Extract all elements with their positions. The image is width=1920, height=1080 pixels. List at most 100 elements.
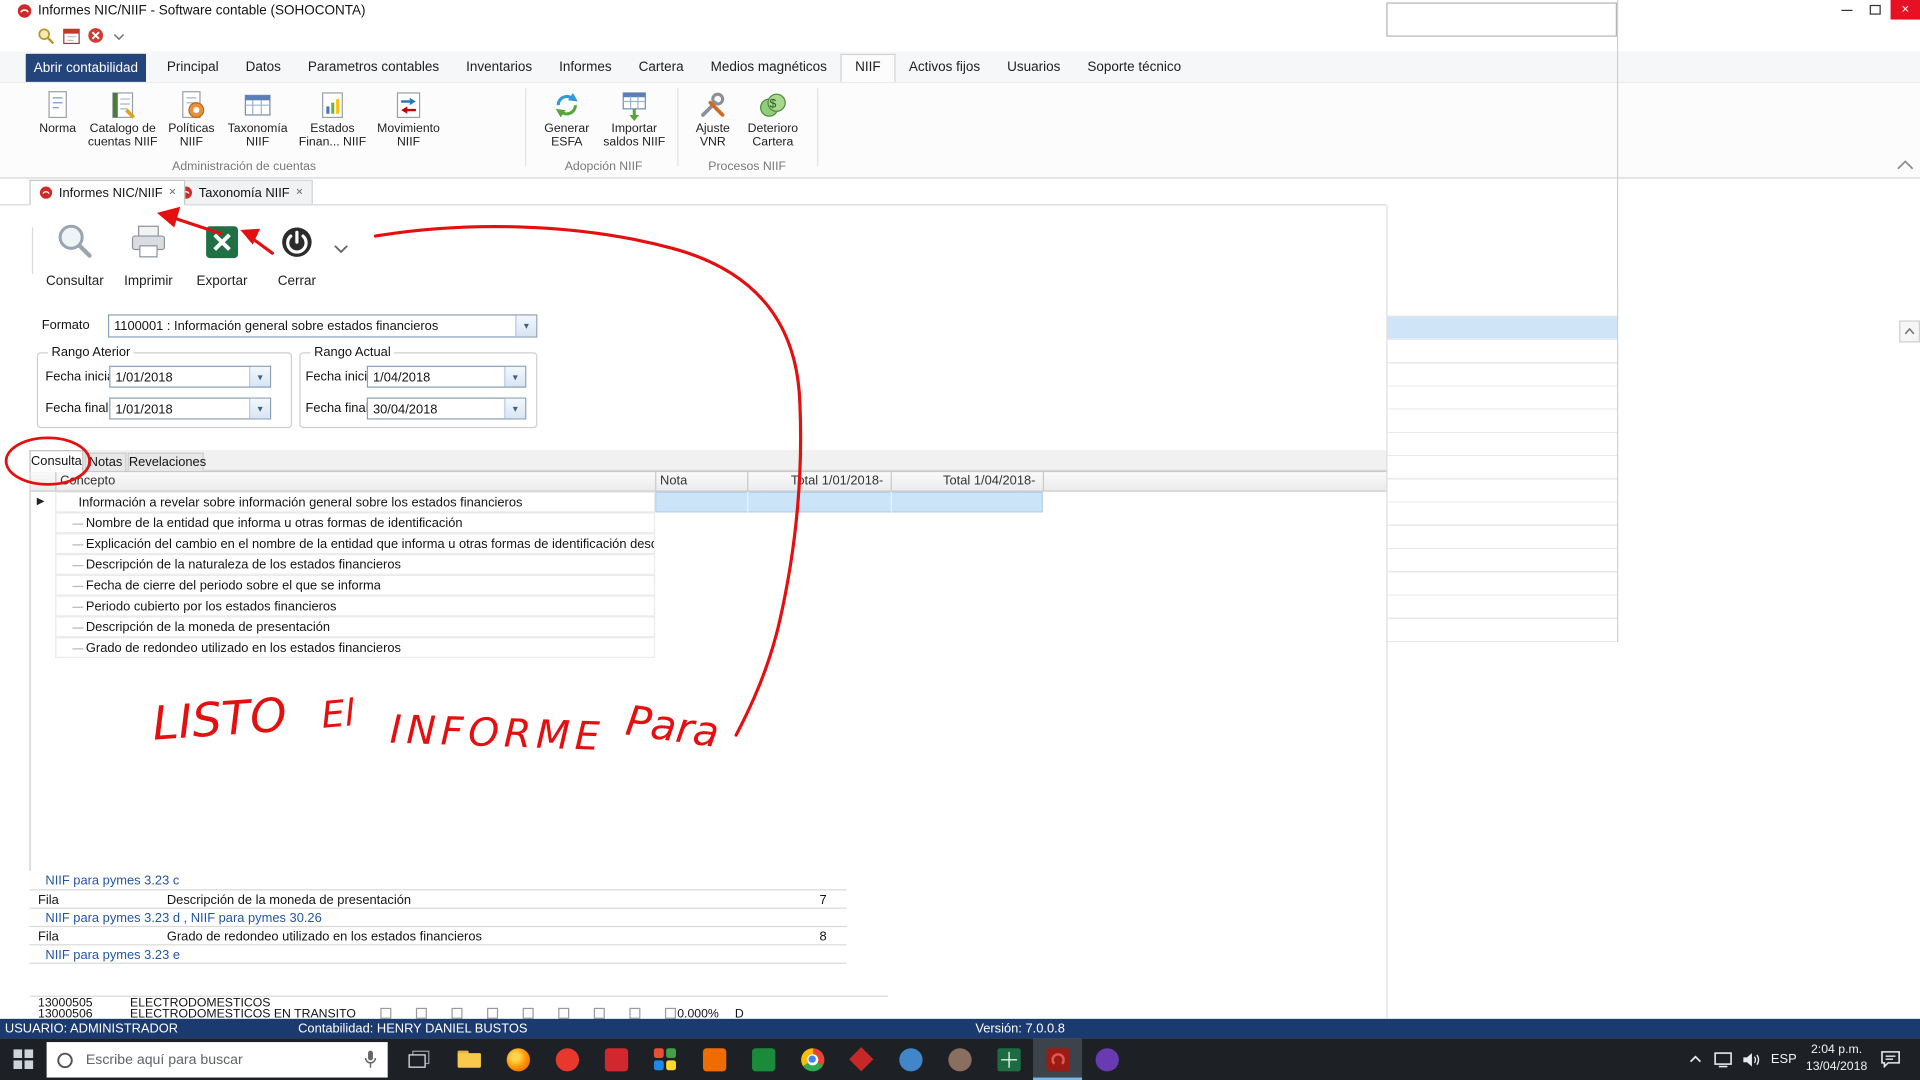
- account-checkbox[interactable]: [664, 1007, 676, 1019]
- file-explorer-button[interactable]: [444, 1038, 493, 1080]
- exportar-button[interactable]: Exportar: [186, 220, 257, 289]
- niif-reference-link[interactable]: NIIF para pymes 3.23 d , NIIF para pymes…: [45, 911, 560, 926]
- close-button[interactable]: ×: [1890, 0, 1920, 20]
- account-checkbox[interactable]: [593, 1007, 605, 1019]
- formato-combobox[interactable]: 1100001 : Información general sobre esta…: [107, 314, 538, 338]
- table-row[interactable]: Periodo cubierto por los estados financi…: [55, 595, 656, 617]
- start-button[interactable]: [0, 1038, 47, 1080]
- dropdown-caret-icon[interactable]: ▾: [504, 398, 526, 419]
- taskbar-search[interactable]: [46, 1042, 388, 1078]
- account-checkbox[interactable]: [522, 1007, 534, 1019]
- search-input[interactable]: [83, 1051, 354, 1069]
- account-checkbox[interactable]: [415, 1007, 427, 1019]
- ribbon-item-politicas[interactable]: Políticas NIIF: [161, 87, 222, 149]
- green-app-button[interactable]: [739, 1038, 788, 1080]
- volume-button[interactable]: [1737, 1038, 1764, 1080]
- table-row[interactable]: Fecha de cierre del periodo sobre el que…: [55, 574, 656, 596]
- account-checkbox[interactable]: [558, 1007, 570, 1019]
- tab-close-icon[interactable]: ×: [296, 186, 303, 199]
- ribbon-tab-principal[interactable]: Principal: [153, 54, 232, 82]
- network-status-button[interactable]: [1710, 1038, 1737, 1080]
- dx-app-button[interactable]: [591, 1038, 640, 1080]
- selected-row-highlight[interactable]: [655, 491, 1043, 513]
- colorful-grid-app-button[interactable]: [640, 1038, 689, 1080]
- task-view-button[interactable]: [395, 1038, 444, 1080]
- brown-circle-app-button[interactable]: [935, 1038, 984, 1080]
- ribbon-tab-cartera[interactable]: Cartera: [625, 54, 697, 82]
- column-header-concepto[interactable]: Concepto: [60, 472, 115, 490]
- table-row[interactable]: Nombre de la entidad que informa u otras…: [55, 512, 656, 534]
- dropdown-caret-icon[interactable]: ▾: [249, 398, 270, 419]
- ribbon-item-ajuste-vnr[interactable]: Ajuste VNR: [685, 87, 741, 149]
- active-app-button[interactable]: [1032, 1038, 1083, 1080]
- ribbon-item-deterioro-cartera[interactable]: $ Deterioro Cartera: [741, 87, 805, 149]
- fecha-inicial-actual-combobox[interactable]: 1/04/2018 ▾: [366, 365, 527, 388]
- doc-tab-taxonomia[interactable]: Taxonomía NIIF ×: [169, 179, 313, 206]
- maximize-button[interactable]: [1861, 0, 1888, 20]
- account-checkbox[interactable]: [380, 1007, 392, 1019]
- ribbon-tab-usuarios[interactable]: Usuarios: [994, 54, 1074, 82]
- ribbon-item-importar-saldos[interactable]: Importar saldos NIIF: [599, 87, 670, 149]
- fecha-inicial-anterior-combobox[interactable]: 1/01/2018 ▾: [109, 365, 272, 388]
- ribbon-tab-informes[interactable]: Informes: [546, 54, 625, 82]
- niif-reference-link[interactable]: NIIF para pymes 3.23 e: [45, 948, 536, 963]
- doc-tab-informes[interactable]: Informes NIC/NIIF ×: [29, 179, 186, 206]
- firefox-button[interactable]: [493, 1038, 542, 1080]
- dropdown-caret-icon[interactable]: ▾: [504, 366, 526, 387]
- tab-close-icon[interactable]: ×: [169, 186, 176, 199]
- ribbon-item-catalogo[interactable]: Catalogo de cuentas NIIF: [85, 87, 161, 149]
- ribbon-item-estados[interactable]: Estados Finan... NIIF: [293, 87, 372, 149]
- table-row[interactable]: Descripción de la moneda de presentación: [55, 616, 656, 638]
- clock[interactable]: 2:04 p.m. 13/04/2018: [1801, 1042, 1872, 1076]
- ribbon-item-movimiento[interactable]: Movimiento NIIF: [372, 87, 446, 149]
- search-key-icon[interactable]: [37, 27, 55, 45]
- cerrar-button[interactable]: Cerrar: [261, 220, 332, 289]
- account-checkbox[interactable]: [629, 1007, 641, 1019]
- scroll-up-button[interactable]: [1899, 320, 1920, 343]
- chrome-button[interactable]: [788, 1038, 837, 1080]
- niif-reference-link[interactable]: NIIF para pymes 3.23 c: [45, 873, 536, 888]
- ribbon-tab-medios[interactable]: Medios magnéticos: [697, 54, 840, 82]
- ribbon-item-taxonomia[interactable]: Taxonomía NIIF: [222, 87, 293, 149]
- ribbon-tab-niif[interactable]: NIIF: [840, 53, 896, 82]
- ribbon-item-generar-esfa[interactable]: Generar ESFA: [535, 87, 599, 149]
- fecha-final-actual-combobox[interactable]: 30/04/2018 ▾: [366, 397, 527, 420]
- tray-expand-button[interactable]: [1683, 1038, 1708, 1080]
- table-row[interactable]: Información a revelar sobre información …: [55, 491, 656, 513]
- table-row[interactable]: Descripción de la naturaleza de los esta…: [55, 554, 656, 575]
- fecha-final-anterior-combobox[interactable]: 1/01/2018 ▾: [109, 397, 272, 420]
- tab-consulta[interactable]: Consulta: [29, 450, 84, 473]
- language-indicator[interactable]: ESP: [1767, 1038, 1801, 1080]
- rocket-app-button[interactable]: [1082, 1038, 1131, 1080]
- red-diamond-app-button[interactable]: [837, 1038, 886, 1080]
- qat-overflow-chevron-icon[interactable]: [114, 34, 124, 41]
- minimize-button[interactable]: [1833, 0, 1860, 20]
- blue-circle-app-button[interactable]: [886, 1038, 935, 1080]
- red-circle-app-button[interactable]: [542, 1038, 591, 1080]
- ribbon-tab-activos[interactable]: Activos fijos: [895, 54, 993, 82]
- ribbon-item-norma[interactable]: Norma: [31, 87, 85, 136]
- excel-button[interactable]: [984, 1038, 1033, 1080]
- dropdown-caret-icon[interactable]: ▾: [515, 315, 537, 337]
- tab-revelaciones[interactable]: Revelaciones: [127, 452, 206, 471]
- dropdown-caret-icon[interactable]: ▾: [249, 366, 270, 387]
- ribbon-tab-soporte[interactable]: Soporte técnico: [1074, 54, 1195, 82]
- close-red-icon[interactable]: [87, 27, 105, 45]
- ribbon-tab-inventarios[interactable]: Inventarios: [453, 54, 546, 82]
- table-row[interactable]: Explicación del cambio en el nombre de l…: [55, 533, 656, 555]
- column-header-nota[interactable]: Nota: [660, 472, 687, 490]
- abrir-contabilidad-button[interactable]: Abrir contabilidad: [25, 53, 146, 82]
- ribbon-tab-parametros[interactable]: Parametros contables: [294, 54, 452, 82]
- toolbar-more-chevron-icon[interactable]: [334, 245, 349, 255]
- microphone-icon[interactable]: [363, 1050, 378, 1069]
- table-row[interactable]: Grado de redondeo utilizado en los estad…: [55, 637, 656, 659]
- imprimir-button[interactable]: Imprimir: [113, 220, 184, 289]
- calendar-icon[interactable]: [63, 27, 81, 45]
- ribbon-collapse-chevron-icon[interactable]: [1897, 159, 1914, 170]
- consultar-button[interactable]: Consultar: [39, 220, 110, 289]
- tab-notas[interactable]: Notas: [84, 452, 127, 471]
- action-center-button[interactable]: [1875, 1038, 1907, 1080]
- ribbon-tab-datos[interactable]: Datos: [232, 54, 294, 82]
- account-checkbox[interactable]: [451, 1007, 463, 1019]
- orange-app-button[interactable]: [689, 1038, 738, 1080]
